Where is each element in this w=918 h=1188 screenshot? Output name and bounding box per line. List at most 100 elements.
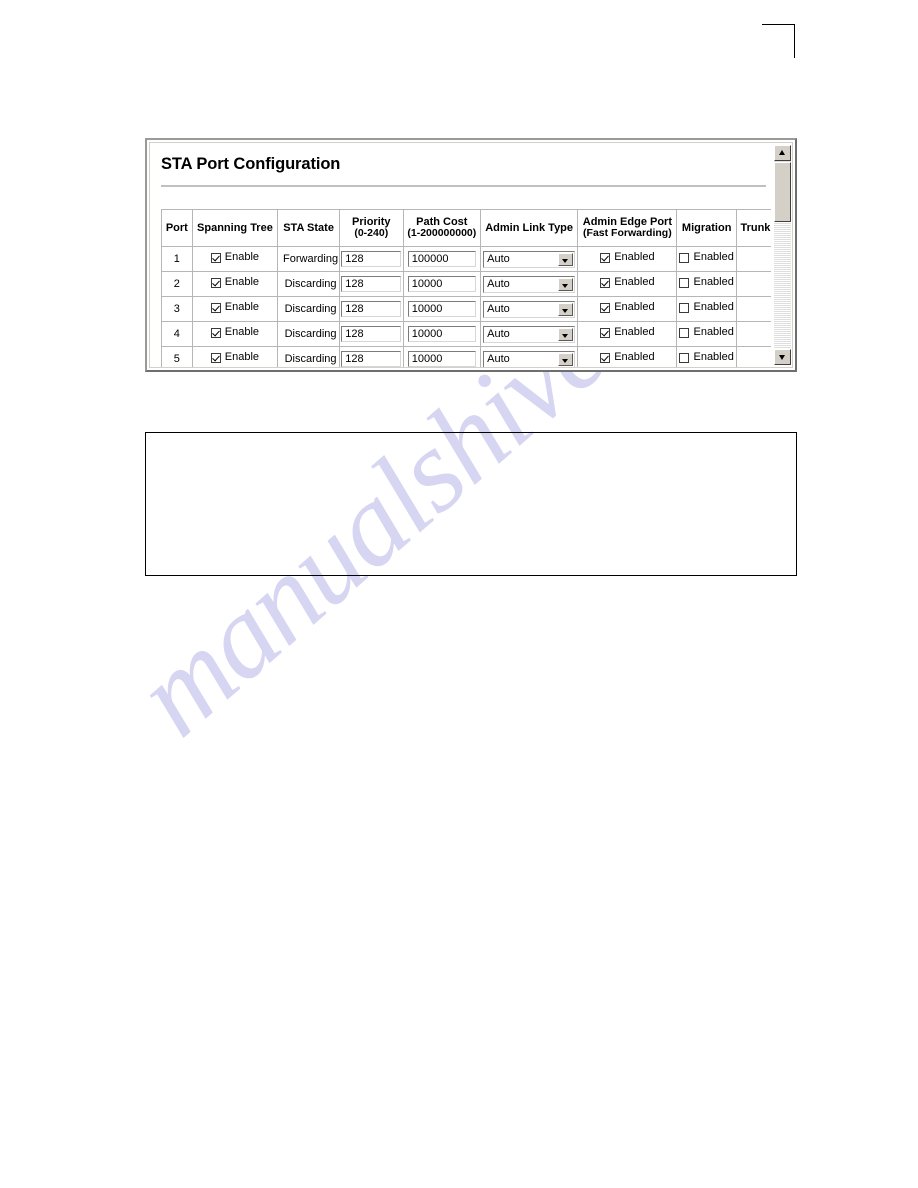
column-header-sta-state-label: STA State <box>283 221 334 234</box>
admin-edge-port-checkbox[interactable]: Enabled <box>600 277 655 288</box>
migration-checkbox[interactable]: Enabled <box>679 327 734 338</box>
admin-link-type-selected-value: Auto <box>487 352 510 365</box>
chevron-down-icon[interactable] <box>558 277 574 291</box>
table-row: 3 Enable Discarding 128 10000 Auto Enabled Enab… <box>161 296 775 322</box>
checkbox-icon[interactable] <box>210 302 221 313</box>
path-cost-input[interactable]: 100000 <box>407 251 476 267</box>
admin-edge-port-checkbox[interactable]: Enabled <box>600 352 655 363</box>
cell-priority: 128 <box>338 271 404 297</box>
spanning-tree-checkbox[interactable]: Enable <box>210 276 260 289</box>
crop-mark-horizontal-line <box>762 24 795 25</box>
admin-link-type-select[interactable]: Auto <box>483 250 576 268</box>
checkbox-icon[interactable] <box>679 327 690 338</box>
checkbox-icon[interactable] <box>210 327 221 338</box>
path-cost-input[interactable]: 10000 <box>407 301 476 317</box>
column-header-trunk-label: Trunk <box>740 221 771 234</box>
table-body: 1 Enable Forwarding 128 100000 Auto Enabled Ena… <box>161 246 775 367</box>
spanning-tree-checkbox-label: Enable <box>224 326 260 339</box>
checkbox-icon[interactable] <box>600 252 611 263</box>
cell-port: 4 <box>161 321 193 347</box>
admin-edge-port-checkbox[interactable]: Enabled <box>600 327 655 338</box>
admin-link-type-selected-value: Auto <box>487 252 510 265</box>
checkbox-icon[interactable] <box>210 252 221 263</box>
cell-migration: Enabled <box>676 296 737 322</box>
spanning-tree-checkbox[interactable]: Enable <box>210 252 259 263</box>
spanning-tree-checkbox[interactable]: Enable <box>210 302 259 313</box>
column-header-spanning-tree: Spanning Tree <box>191 209 279 247</box>
cell-migration: Enabled <box>676 246 737 272</box>
cell-migration: Enabled <box>676 346 737 367</box>
column-header-trunk: Trunk <box>735 209 775 247</box>
admin-link-type-select[interactable]: Auto <box>483 275 576 293</box>
admin-edge-port-checkbox[interactable]: Enabled <box>600 252 655 263</box>
checkbox-icon[interactable] <box>600 327 611 338</box>
checkbox-icon[interactable] <box>600 352 611 363</box>
cell-spanning-tree: Enable <box>191 271 279 297</box>
checkbox-icon[interactable] <box>679 352 690 363</box>
checkbox-icon[interactable] <box>679 277 690 288</box>
scroll-down-icon[interactable] <box>774 349 791 365</box>
priority-input[interactable]: 128 <box>341 301 402 317</box>
priority-input[interactable]: 128 <box>341 251 402 267</box>
checkbox-icon[interactable] <box>210 352 221 363</box>
cell-sta-state: Discarding <box>277 346 340 367</box>
table-header-row: Port Spanning Tree STA State Priority (0… <box>161 209 775 247</box>
column-header-priority-range: (0-240) <box>354 227 389 240</box>
cell-admin-link-type: Auto <box>479 346 579 367</box>
chevron-down-icon[interactable] <box>558 302 574 316</box>
admin-link-type-select[interactable]: Auto <box>483 350 576 367</box>
cell-migration: Enabled <box>676 271 737 297</box>
priority-input[interactable]: 128 <box>341 351 402 367</box>
scroll-up-icon[interactable] <box>774 145 791 161</box>
chevron-down-icon[interactable] <box>558 327 574 341</box>
migration-checkbox[interactable]: Enabled <box>679 301 734 314</box>
scroll-up-arrow-glyph <box>779 150 785 155</box>
panel-inner-frame: STA Port Configuration Port Spanning Tre… <box>149 142 793 368</box>
table-row: 5 Enable Discarding 128 10000 Auto Enabled Enab… <box>161 346 775 367</box>
vertical-scrollbar[interactable] <box>771 143 792 367</box>
admin-link-type-selected-value: Auto <box>487 327 510 340</box>
cell-port: 3 <box>161 296 193 322</box>
priority-input[interactable]: 128 <box>341 326 402 342</box>
scrollbar-thumb[interactable] <box>774 162 791 222</box>
column-header-sta-state: STA State <box>277 209 340 247</box>
cell-spanning-tree: Enable <box>191 321 279 347</box>
column-header-migration: Migration <box>676 209 737 247</box>
spanning-tree-checkbox-label: Enable <box>224 351 260 364</box>
panel-content-area: STA Port Configuration Port Spanning Tre… <box>150 143 775 367</box>
checkbox-icon[interactable] <box>679 302 690 313</box>
path-cost-input[interactable]: 10000 <box>407 276 476 292</box>
cell-trunk <box>735 246 775 272</box>
cell-spanning-tree: Enable <box>191 246 279 272</box>
checkbox-icon[interactable] <box>600 302 611 313</box>
admin-link-type-select[interactable]: Auto <box>483 300 576 318</box>
checkbox-icon[interactable] <box>600 277 611 288</box>
chevron-down-icon[interactable] <box>558 252 574 266</box>
cell-port: 5 <box>161 346 193 367</box>
cell-admin-edge-port: Enabled <box>577 246 678 272</box>
cell-path-cost: 100000 <box>402 246 481 272</box>
admin-link-type-select[interactable]: Auto <box>483 325 576 343</box>
path-cost-input[interactable]: 10000 <box>407 326 476 342</box>
admin-edge-port-checkbox[interactable]: Enabled <box>600 302 655 313</box>
checkbox-icon[interactable] <box>679 252 690 263</box>
chevron-down-icon[interactable] <box>558 352 574 366</box>
path-cost-input[interactable]: 10000 <box>407 351 476 367</box>
spanning-tree-checkbox-label: Enable <box>224 276 260 289</box>
migration-checkbox[interactable]: Enabled <box>679 251 734 264</box>
cell-port: 2 <box>161 271 193 297</box>
priority-input[interactable]: 128 <box>341 276 402 292</box>
cell-sta-state: Forwarding <box>277 246 340 272</box>
spanning-tree-checkbox[interactable]: Enable <box>210 326 260 339</box>
migration-checkbox[interactable]: Enabled <box>679 352 734 363</box>
cell-admin-link-type: Auto <box>479 246 579 272</box>
migration-checkbox-label: Enabled <box>693 276 734 289</box>
migration-checkbox-label: Enabled <box>693 301 734 314</box>
migration-checkbox-label: Enabled <box>693 251 734 264</box>
column-header-admin-link-type-label: Admin Link Type <box>485 221 574 234</box>
cell-path-cost: 10000 <box>402 321 481 347</box>
cell-trunk <box>735 271 775 297</box>
spanning-tree-checkbox[interactable]: Enable <box>210 351 260 364</box>
migration-checkbox[interactable]: Enabled <box>679 276 734 289</box>
checkbox-icon[interactable] <box>210 277 221 288</box>
